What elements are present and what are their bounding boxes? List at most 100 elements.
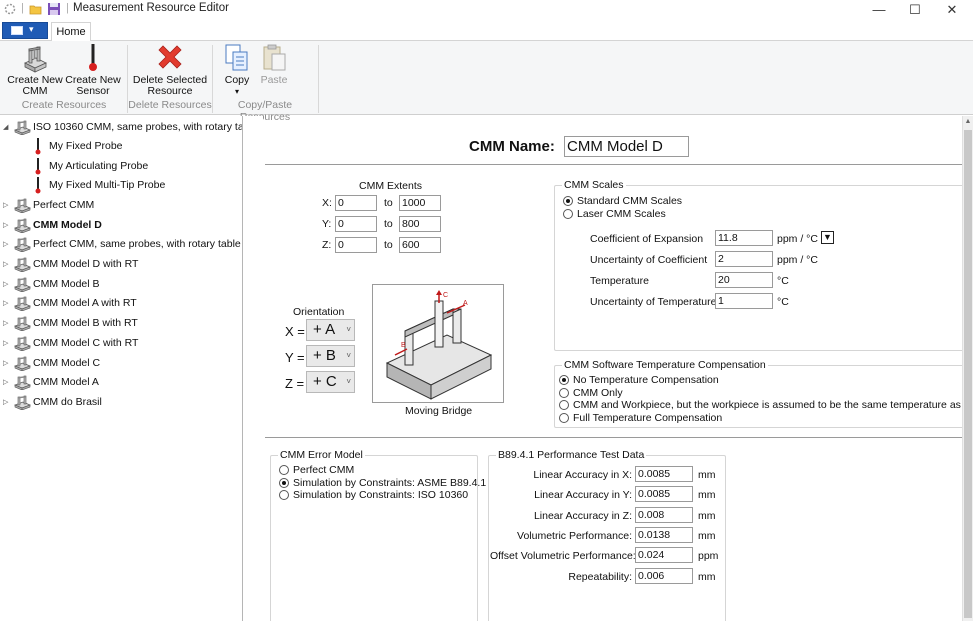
expand-arrow-icon[interactable]: ▷ bbox=[3, 196, 8, 215]
orientation-y-value: + B bbox=[313, 347, 336, 364]
expand-arrow-icon[interactable]: ▷ bbox=[3, 235, 8, 254]
z-min-input[interactable] bbox=[335, 237, 377, 253]
cmm-icon bbox=[14, 336, 31, 351]
probe-icon bbox=[89, 44, 97, 71]
tree-node-probe[interactable]: My Fixed Probe bbox=[0, 137, 242, 156]
tree-node-label: My Fixed Probe bbox=[49, 140, 123, 152]
save-icon[interactable] bbox=[47, 2, 61, 16]
full-compensation-radio[interactable] bbox=[559, 413, 569, 423]
no-compensation-radio[interactable] bbox=[559, 375, 569, 385]
utemp-label: Uncertainty of Temperature bbox=[590, 296, 717, 308]
b89-row-label: Offset Volumetric Performance: bbox=[490, 550, 636, 562]
create-new-sensor-button[interactable]: Create New Sensor bbox=[64, 43, 122, 97]
collapse-arrow-icon[interactable]: ◢ bbox=[3, 118, 8, 137]
b89-performance-title: B89.4.1 Performance Test Data bbox=[496, 449, 647, 461]
expand-arrow-icon[interactable]: ▷ bbox=[3, 373, 8, 392]
tree-node-cmm[interactable]: ▷ CMM Model C bbox=[0, 354, 242, 373]
tree-node-cmm[interactable]: ▷ Perfect CMM, same probes, with rotary … bbox=[0, 235, 242, 254]
expand-arrow-icon[interactable]: ▷ bbox=[3, 216, 8, 235]
b89-row-input[interactable] bbox=[635, 527, 693, 543]
utemp-input[interactable] bbox=[715, 293, 773, 309]
vertical-scrollbar[interactable]: ▲ bbox=[962, 116, 973, 621]
asme-b89-radio[interactable] bbox=[279, 478, 289, 488]
tree-node-cmm[interactable]: ◢ ISO 10360 CMM, same probes, with rotar… bbox=[0, 118, 242, 137]
expand-arrow-icon[interactable]: ▷ bbox=[3, 275, 8, 294]
tree-node-cmm[interactable]: ▷ CMM Model B bbox=[0, 275, 242, 294]
expand-arrow-icon[interactable]: ▷ bbox=[3, 334, 8, 353]
tree-node-cmm[interactable]: ▷ CMM Model A with RT bbox=[0, 294, 242, 313]
application-menu-button[interactable]: ▾ bbox=[2, 22, 48, 39]
tree-node-label: CMM Model D with RT bbox=[33, 258, 139, 270]
copy-button[interactable]: Copy ▾ bbox=[218, 43, 256, 97]
y-min-input[interactable] bbox=[335, 216, 377, 232]
create-new-cmm-button[interactable]: Create New CMM bbox=[6, 43, 64, 97]
tree-node-cmm[interactable]: ▷ CMM Model C with RT bbox=[0, 334, 242, 353]
delete-selected-resource-button[interactable]: Delete Selected Resource bbox=[132, 43, 208, 97]
tree-node-cmm[interactable]: ▷ CMM Model D with RT bbox=[0, 255, 242, 274]
tree-node-cmm[interactable]: ▷ Perfect CMM bbox=[0, 196, 242, 215]
orientation-x-label: X = bbox=[285, 324, 305, 339]
b89-row-input[interactable] bbox=[635, 547, 693, 563]
orientation-y-dropdown[interactable]: + B ˅ bbox=[306, 345, 355, 367]
orientation-z-dropdown[interactable]: + C ˅ bbox=[306, 371, 355, 393]
expand-arrow-icon[interactable]: ▷ bbox=[3, 393, 8, 412]
tree-node-cmm[interactable]: ▷ CMM Model B with RT bbox=[0, 314, 242, 333]
tree-node-label: CMM Model C bbox=[33, 357, 101, 369]
standard-scales-radio[interactable] bbox=[563, 196, 573, 206]
orientation-x-dropdown[interactable]: + A ˅ bbox=[306, 319, 355, 341]
x-max-input[interactable] bbox=[399, 195, 441, 211]
iso-10360-label: Simulation by Constraints: ISO 10360 bbox=[293, 489, 469, 501]
ucoef-unit: ppm / °C bbox=[777, 254, 818, 266]
ucoef-input[interactable] bbox=[715, 251, 773, 267]
cmm-machine-icon bbox=[24, 46, 47, 73]
cmm-only-radio[interactable] bbox=[559, 388, 569, 398]
z-max-input[interactable] bbox=[399, 237, 441, 253]
tree-node-probe[interactable]: My Fixed Multi-Tip Probe bbox=[0, 176, 242, 195]
b89-row-unit: mm bbox=[698, 489, 716, 501]
close-button[interactable]: ✕ bbox=[934, 0, 970, 20]
temp-input[interactable] bbox=[715, 272, 773, 288]
x-extent-label: X: bbox=[322, 197, 332, 209]
resource-tree[interactable]: ◢ ISO 10360 CMM, same probes, with rotar… bbox=[0, 116, 243, 621]
b89-row-label: Linear Accuracy in Y: bbox=[534, 489, 632, 501]
ucoef-label: Uncertainty of Coefficient bbox=[590, 254, 708, 266]
coef-dropdown-icon[interactable]: ▼ bbox=[821, 231, 834, 244]
b89-row-unit: mm bbox=[698, 530, 716, 542]
temp-label: Temperature bbox=[590, 275, 649, 287]
copy-dropdown-icon[interactable]: ▾ bbox=[218, 86, 256, 97]
b89-row-input[interactable] bbox=[635, 568, 693, 584]
tree-node-cmm[interactable]: ▷ CMM do Brasil bbox=[0, 393, 242, 412]
iso-10360-radio[interactable] bbox=[279, 490, 289, 500]
expand-arrow-icon[interactable]: ▷ bbox=[3, 354, 8, 373]
paste-button[interactable]: Paste bbox=[256, 43, 292, 86]
b89-row-input[interactable] bbox=[635, 486, 693, 502]
scrollbar-thumb[interactable] bbox=[964, 130, 972, 618]
minimize-button[interactable]: — bbox=[861, 0, 897, 20]
y-max-input[interactable] bbox=[399, 216, 441, 232]
b89-row-unit: ppm bbox=[698, 550, 719, 562]
expand-arrow-icon[interactable]: ▷ bbox=[3, 314, 8, 333]
open-folder-icon[interactable] bbox=[29, 2, 43, 16]
expand-arrow-icon[interactable]: ▷ bbox=[3, 294, 8, 313]
tree-node-label: Perfect CMM bbox=[33, 199, 95, 211]
window-title: Measurement Resource Editor bbox=[73, 2, 229, 14]
coef-input[interactable] bbox=[715, 230, 773, 246]
perfect-cmm-radio[interactable] bbox=[279, 465, 289, 475]
tab-home[interactable]: Home bbox=[51, 22, 91, 42]
scroll-up-arrow-icon[interactable]: ▲ bbox=[963, 118, 973, 125]
tree-node-cmm-selected[interactable]: ▷ CMM Model D bbox=[0, 216, 242, 235]
b89-row-input[interactable] bbox=[635, 466, 693, 482]
tree-node-probe[interactable]: My Articulating Probe bbox=[0, 157, 242, 176]
b89-row-unit: mm bbox=[698, 469, 716, 481]
laser-scales-radio[interactable] bbox=[563, 209, 573, 219]
x-min-input[interactable] bbox=[335, 195, 377, 211]
expand-arrow-icon[interactable]: ▷ bbox=[3, 255, 8, 274]
cmm-name-input[interactable] bbox=[564, 136, 689, 157]
maximize-button[interactable]: ☐ bbox=[897, 0, 933, 20]
tree-node-cmm[interactable]: ▷ CMM Model A bbox=[0, 373, 242, 392]
cmm-scales-title: CMM Scales bbox=[562, 179, 626, 191]
cmm-workpiece-radio[interactable] bbox=[559, 400, 569, 410]
pane-splitter[interactable] bbox=[243, 116, 263, 621]
tree-node-label: Perfect CMM, same probes, with rotary ta… bbox=[33, 238, 241, 250]
b89-row-input[interactable] bbox=[635, 507, 693, 523]
